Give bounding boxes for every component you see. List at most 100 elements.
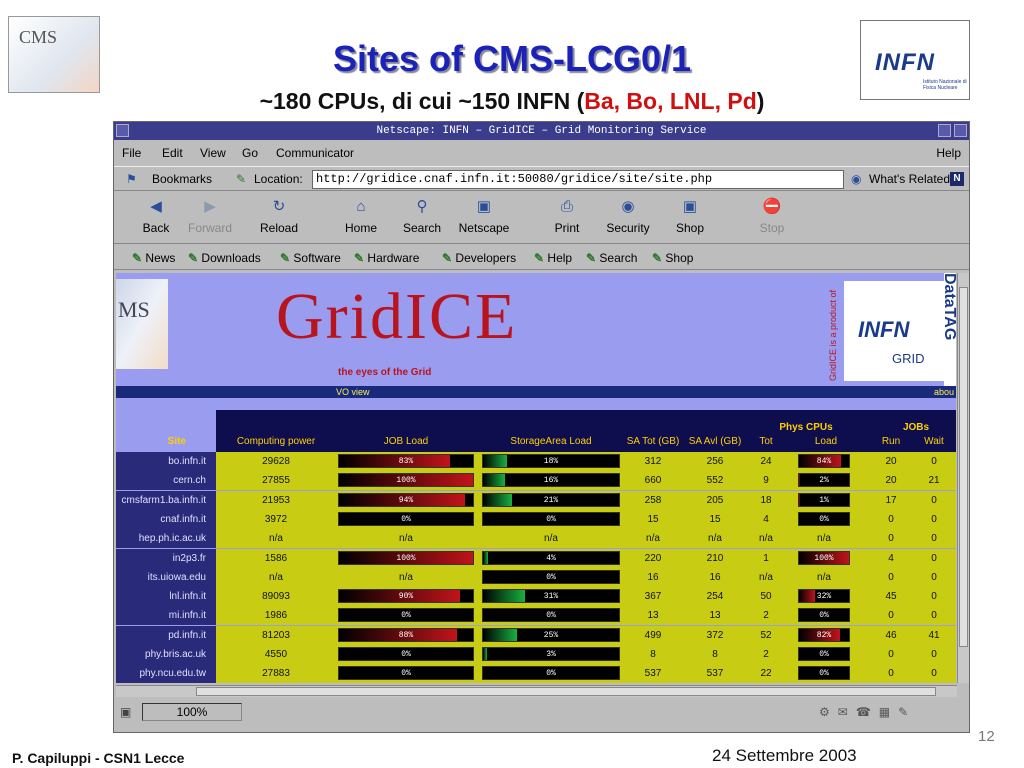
- nav-home-button[interactable]: ⌂ Home: [331, 194, 391, 235]
- whats-related-button[interactable]: What's Related: [869, 167, 950, 192]
- horizontal-scrollbar[interactable]: [116, 685, 957, 697]
- site-link[interactable]: phy.ncu.edu.tw: [116, 664, 216, 683]
- menu-view[interactable]: View: [200, 142, 226, 164]
- nav-forward-button[interactable]: ▶ Forward: [180, 194, 240, 235]
- slide-subtitle: ~180 CPUs, di cui ~150 INFN (Ba, Bo, LNL…: [0, 88, 1024, 115]
- personal-search[interactable]: ✎ Search: [586, 246, 637, 270]
- site-link[interactable]: pd.infn.it: [116, 626, 216, 645]
- horizontal-scroll-thumb[interactable]: [196, 687, 936, 696]
- window-titlebar[interactable]: Netscape: INFN – GridICE – Grid Monitori…: [114, 122, 969, 140]
- menu-help[interactable]: Help: [936, 142, 961, 164]
- jobs-run-cell: 20: [885, 456, 897, 467]
- storage-load-bar: 16%: [482, 473, 620, 487]
- job-load-bar: 94%: [338, 493, 474, 507]
- jobs-wait-cell: 41: [928, 630, 940, 641]
- site-link[interactable]: cnaf.infn.it: [116, 510, 216, 529]
- job-load-bar: 88%: [338, 628, 474, 642]
- storage-load-label: 21%: [543, 496, 559, 505]
- reload-icon: ↻: [272, 198, 286, 215]
- jobs-run-cell: 0: [888, 514, 894, 525]
- sa-avl-cell: 16: [709, 572, 721, 583]
- nav-back-button[interactable]: ◀ Back: [126, 194, 186, 235]
- subtitle-post: ): [756, 88, 765, 114]
- nav-reload-button[interactable]: ↻ Reload: [249, 194, 309, 235]
- storage-load-label: 31%: [543, 592, 559, 601]
- header-storage-load: StorageArea Load: [510, 436, 592, 447]
- storage-load-label: 25%: [543, 631, 559, 640]
- shop-icon: ▣: [682, 198, 698, 215]
- sa-tot-cell: 367: [644, 591, 662, 602]
- table-row: phy.ncu.edu.tw 27883 0% 0% 537 537 22 0% 0 0: [116, 664, 956, 683]
- url-field[interactable]: http://gridice.cnaf.infn.it:50080/gridic…: [312, 170, 844, 189]
- bookmarks-button[interactable]: Bookmarks: [152, 167, 212, 192]
- menu-file[interactable]: File: [122, 142, 141, 164]
- nav-stop-button[interactable]: ⛔ Stop: [742, 194, 802, 235]
- whats-related-icon[interactable]: ◉: [851, 167, 861, 192]
- bookmarks-icon[interactable]: ⚑: [126, 167, 137, 192]
- site-link[interactable]: hep.ph.ic.ac.uk: [116, 529, 216, 548]
- window-title: Netscape: INFN – GridICE – Grid Monitori…: [376, 125, 707, 137]
- computing-power-cell: 27855: [262, 475, 290, 486]
- storage-load-bar: 25%: [482, 628, 620, 642]
- job-load-label: 0%: [401, 611, 411, 620]
- cpu-load-label: 2%: [819, 476, 829, 485]
- site-link[interactable]: in2p3.fr: [116, 549, 216, 568]
- site-link[interactable]: cern.ch: [116, 471, 216, 490]
- sa-avl-cell: 15: [709, 514, 721, 525]
- storage-load-label: 16%: [543, 476, 559, 485]
- site-link[interactable]: mi.infn.it: [116, 606, 216, 625]
- personal-downloads[interactable]: ✎ Downloads: [188, 246, 261, 270]
- nav-search-button[interactable]: ⚲ Search: [392, 194, 452, 235]
- security-status-icon[interactable]: ▣: [120, 700, 131, 724]
- menu-communicator[interactable]: Communicator: [276, 142, 354, 164]
- pen-icon: ✎: [652, 251, 663, 265]
- nav-netscape-button[interactable]: ▣ Netscape: [454, 194, 514, 235]
- storage-load-bar: 31%: [482, 589, 620, 603]
- security-lock-icon: ◉: [621, 198, 635, 215]
- storage-load-bar: 0%: [482, 666, 620, 680]
- personal-developers[interactable]: ✎ Developers: [442, 246, 516, 270]
- personal-news[interactable]: ✎ News: [132, 246, 175, 270]
- vo-view-bar: VO view abou: [116, 386, 956, 398]
- site-link[interactable]: bo.infn.it: [116, 452, 216, 471]
- banner-infn-text: INFN: [858, 317, 910, 342]
- window-minimize-button[interactable]: [938, 124, 951, 137]
- table-row: pd.infn.it 81203 88% 25% 499 372 52 82% 46 41: [116, 626, 956, 645]
- vo-view-link[interactable]: VO view: [336, 386, 370, 398]
- storage-load-label: 0%: [546, 573, 556, 582]
- table-row: cern.ch 27855 100% 16% 660 552 9 2% 20 21: [116, 471, 956, 490]
- cpu-tot-cell: 4: [763, 514, 769, 525]
- storage-load-bar: 0%: [482, 512, 620, 526]
- menu-edit[interactable]: Edit: [162, 142, 183, 164]
- personal-shop[interactable]: ✎ Shop: [652, 246, 693, 270]
- sa-avl-cell: 552: [706, 475, 724, 486]
- footer-date: 24 Settembre 2003: [712, 746, 857, 765]
- jobs-run-cell: 4: [888, 553, 894, 564]
- component-bar-icons[interactable]: ⚙✉☎▦✎: [819, 700, 916, 724]
- window-maximize-button[interactable]: [954, 124, 967, 137]
- job-load-label: 90%: [398, 592, 414, 601]
- forward-arrow-icon: ▶: [204, 198, 216, 215]
- personal-help[interactable]: ✎ Help: [534, 246, 572, 270]
- storage-load-bar: 18%: [482, 454, 620, 468]
- window-menu-button[interactable]: [116, 124, 129, 137]
- table-row: phy.bris.ac.uk 4550 0% 3% 8 8 2 0% 0 0: [116, 645, 956, 664]
- personal-software[interactable]: ✎ Software: [280, 246, 341, 270]
- table-row: lnl.infn.it 89093 90% 31% 367 254 50 32% 45 0: [116, 587, 956, 606]
- nav-shop-button[interactable]: ▣ Shop: [660, 194, 720, 235]
- about-link[interactable]: abou: [934, 386, 954, 398]
- storage-load-label: 3%: [546, 650, 556, 659]
- site-link[interactable]: phy.bris.ac.uk: [116, 645, 216, 664]
- menu-go[interactable]: Go: [242, 142, 258, 164]
- nav-security-button[interactable]: ◉ Security: [598, 194, 658, 235]
- vertical-scrollbar[interactable]: [957, 273, 969, 683]
- site-link[interactable]: its.uiowa.edu: [116, 568, 216, 587]
- personal-hardware[interactable]: ✎ Hardware: [354, 246, 419, 270]
- site-link[interactable]: cmsfarm1.ba.infn.it: [116, 491, 216, 510]
- nav-print-button[interactable]: ⎙ Print: [537, 194, 597, 235]
- vertical-scroll-thumb[interactable]: [959, 287, 968, 647]
- cpu-load-bar: 0%: [798, 666, 850, 680]
- header-sa-avl: SA Avl (GB): [688, 436, 742, 447]
- jobs-run-cell: 45: [885, 591, 897, 602]
- site-link[interactable]: lnl.infn.it: [116, 587, 216, 606]
